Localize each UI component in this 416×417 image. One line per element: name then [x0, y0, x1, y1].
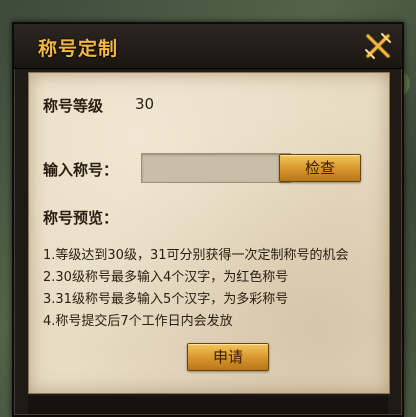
dialog-footer — [28, 396, 388, 414]
rule-item: 1.等级达到30级，31可分别获得一次定制称号的机会 — [43, 248, 349, 263]
rule-item: 4.称号提交后7个工作日内会发放 — [43, 314, 233, 329]
level-value: 30 — [135, 95, 155, 113]
dialog-title-bar: 称号定制 — [14, 24, 402, 69]
check-button[interactable]: 检查 — [279, 154, 361, 182]
rules-list: 1.等级达到30级，31可分别获得一次定制称号的机会 2.30级称号最多输入4个… — [43, 245, 383, 333]
title-customization-dialog: 称号定制 称号等级 30 输入称号： 检查 称号预览： 1.等级达到30级，31… — [12, 22, 404, 417]
dialog-content-panel: 称号等级 30 输入称号： 检查 称号预览： 1.等级达到30级，31可分别获得… — [28, 72, 390, 394]
dialog-title: 称号定制 — [38, 38, 119, 60]
apply-button[interactable]: 申请 — [187, 343, 269, 371]
rule-item: 3.31级称号最多输入5个汉字，为多彩称号 — [43, 292, 289, 307]
level-label: 称号等级 — [43, 97, 104, 115]
title-input-label: 输入称号： — [43, 161, 119, 179]
rule-item: 2.30级称号最多输入4个汉字，为红色称号 — [43, 270, 289, 285]
title-input[interactable] — [141, 153, 291, 183]
title-preview-label: 称号预览： — [43, 209, 119, 227]
crossed-swords-close-icon[interactable] — [362, 30, 394, 62]
